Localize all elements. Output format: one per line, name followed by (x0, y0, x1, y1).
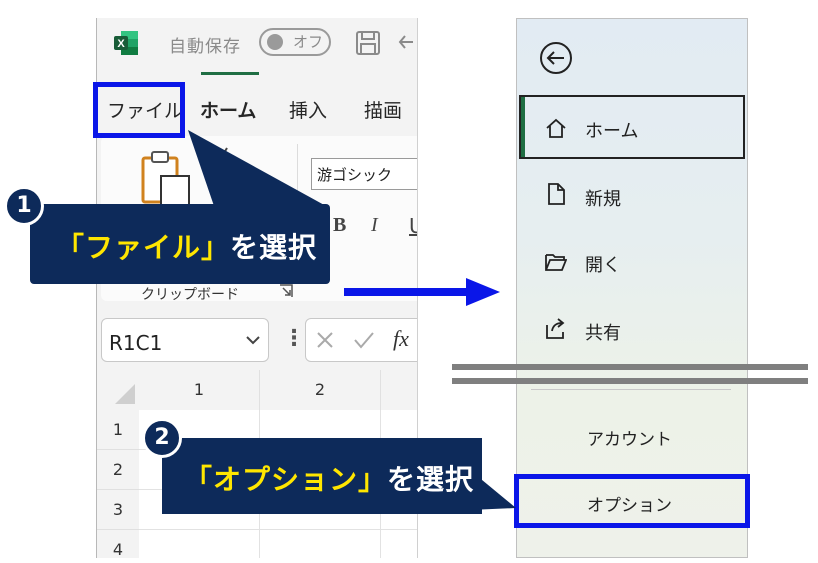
step2-suffix: を選択 (387, 463, 475, 496)
grid-line (139, 529, 417, 530)
tab-draw[interactable]: 描画 (364, 96, 402, 123)
section-break-line (452, 364, 808, 370)
backstage-item-label: 開く (585, 255, 621, 276)
undo-icon[interactable] (397, 32, 418, 54)
step2-open-bracket: 「 (184, 463, 214, 496)
italic-button[interactable]: I (371, 214, 378, 237)
more-options-icon[interactable]: ⋮ (283, 326, 305, 351)
check-icon[interactable] (353, 330, 375, 350)
row-header[interactable]: 4 (97, 530, 139, 558)
step1-open-bracket: 「 (56, 231, 86, 264)
dialog-launcher-icon[interactable] (279, 284, 293, 298)
row-header[interactable]: 1 (97, 410, 139, 450)
new-document-icon (548, 183, 565, 205)
active-tab-indicator (201, 72, 259, 75)
save-icon[interactable] (355, 30, 381, 56)
section-break-line (452, 378, 808, 384)
step2-close-bracket: 」 (358, 463, 388, 496)
step1-suffix: を選択 (230, 231, 318, 264)
name-box-value: R1C1 (109, 331, 163, 355)
underline-button[interactable]: U (409, 214, 417, 238)
title-bar: X 自動保存 オフ (97, 18, 417, 70)
callout-pointer (188, 130, 326, 206)
backstage-item-share[interactable]: 共有 (517, 297, 747, 363)
chevron-down-icon[interactable] (245, 333, 261, 347)
backstage-item-open[interactable]: 開く (517, 229, 747, 295)
insert-function-icon[interactable]: fx (393, 326, 409, 352)
backstage-item-label: 新規 (585, 189, 621, 210)
highlight-file-tab (93, 82, 185, 138)
backstage-item-new[interactable]: 新規 (517, 163, 747, 229)
backstage-separator (531, 389, 731, 390)
selected-item-accent (521, 97, 525, 157)
toggle-knob (267, 34, 283, 50)
open-folder-icon (545, 254, 567, 271)
row-header[interactable]: 2 (97, 450, 139, 490)
column-header[interactable]: 1 (139, 370, 260, 410)
backstage-item-account[interactable]: アカウント (517, 403, 747, 469)
step1-target: ファイル (85, 231, 202, 264)
tab-insert[interactable]: 挿入 (289, 96, 327, 123)
tab-home[interactable]: ホーム (200, 96, 256, 123)
clipboard-group-label: クリップボード (141, 287, 239, 303)
step2-badge: 2 (142, 418, 182, 458)
autosave-label: 自動保存 (169, 37, 241, 57)
excel-logo-icon: X (114, 31, 138, 55)
step2-text: 「オプション」を選択 (184, 458, 474, 498)
row-header[interactable]: 3 (97, 490, 139, 530)
selected-item-frame (519, 95, 745, 159)
share-icon (546, 318, 565, 339)
column-header[interactable]: 2 (260, 370, 381, 410)
svg-text:X: X (117, 38, 125, 50)
step2-target: オプション (213, 463, 359, 496)
select-all-triangle-icon (115, 384, 135, 404)
autosave-state: オフ (293, 33, 324, 51)
bold-button[interactable]: B (333, 214, 346, 237)
back-arrow-icon[interactable] (539, 41, 573, 75)
cancel-icon[interactable] (315, 330, 335, 350)
backstage-item-label: アカウント (587, 430, 672, 450)
backstage-item-label: 共有 (585, 323, 621, 344)
arrow-right-icon (344, 278, 500, 306)
column-header[interactable] (381, 370, 417, 410)
step1-text: 「ファイル」を選択 (56, 226, 317, 266)
step1-close-bracket: 」 (201, 231, 231, 264)
highlight-options-item (514, 474, 750, 528)
step1-badge: 1 (4, 186, 44, 226)
